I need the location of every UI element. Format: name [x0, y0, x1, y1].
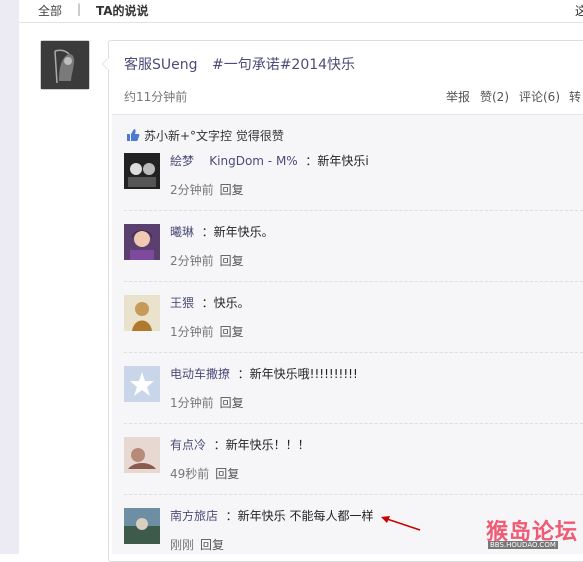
comment-separator	[124, 210, 583, 211]
comment-author[interactable]: 王猥	[170, 296, 194, 310]
comment-time: 49秒前	[170, 467, 210, 481]
post-timestamp: 约11分钟前	[124, 90, 188, 104]
likes-text[interactable]: 苏小新+°文字控 觉得很赞	[144, 129, 284, 143]
comment-time: 1分钟前	[170, 325, 214, 339]
reply-button[interactable]: 回复	[200, 538, 224, 552]
comment-avatar[interactable]	[124, 366, 160, 402]
comment-line: 絵梦 KingDom - M% ：新年快乐i	[170, 152, 369, 169]
comment-meta: 2分钟前 回复	[170, 252, 244, 269]
reply-button[interactable]: 回复	[215, 467, 239, 481]
comment-text: ：新年快乐 不能每人都一样	[225, 509, 374, 523]
user-photo-icon	[124, 153, 160, 189]
card-pointer-inner	[103, 58, 109, 70]
post-content: 客服SUeng #一句承诺#2014快乐	[124, 54, 355, 74]
tab-right-cutoff[interactable]: 这	[575, 2, 583, 19]
user-photo-icon	[124, 437, 160, 473]
user-photo-icon	[124, 508, 160, 544]
comment-separator	[124, 494, 583, 495]
comment-time: 1分钟前	[170, 396, 214, 410]
like-button[interactable]: 赞(2)	[480, 88, 509, 105]
comment-meta: 1分钟前 回复	[170, 394, 244, 411]
reaper-avatar-icon	[41, 41, 89, 89]
comment-meta: 1分钟前 回复	[170, 323, 244, 340]
post-author-name[interactable]: 客服SUeng	[124, 57, 198, 73]
comment-text: ：新年快乐！！！	[213, 438, 310, 452]
site-watermark-url: BBS.HOUDAO.COM	[488, 541, 558, 549]
comment-author[interactable]: 电动车撒撩	[170, 367, 230, 381]
comment-author[interactable]: 南方旅店	[170, 509, 218, 523]
likes-summary: 苏小新+°文字控 觉得很赞	[126, 127, 284, 145]
top-tab-bar: 全部 | TA的说说 这	[19, 0, 583, 23]
default-avatar-icon	[124, 366, 160, 402]
report-button[interactable]: 举报	[446, 88, 470, 105]
comment-separator	[124, 423, 583, 424]
comment-text: ：新年快乐i	[305, 154, 369, 168]
comment-text: ：新年快乐哦!!!!!!!!!!	[237, 367, 358, 381]
comment-author-2[interactable]: KingDom - M%	[209, 154, 297, 168]
comment-line: 有点冷 ：新年快乐！！！	[170, 436, 310, 453]
tab-ta-posts[interactable]: TA的说说	[96, 2, 149, 19]
user-photo-icon	[124, 295, 160, 331]
reply-button[interactable]: 回复	[220, 183, 244, 197]
comment-time: 2分钟前	[170, 254, 214, 268]
comment-author[interactable]: 有点冷	[170, 438, 206, 452]
post-author-avatar[interactable]	[40, 40, 90, 90]
tab-all[interactable]: 全部	[38, 2, 62, 19]
reply-button[interactable]: 回复	[220, 396, 244, 410]
comment-separator	[124, 352, 583, 353]
thumbs-up-icon	[126, 128, 140, 145]
comment-avatar[interactable]	[124, 437, 160, 473]
annotation-arrow-icon	[381, 516, 421, 531]
comment-line: 电动车撒撩 ：新年快乐哦!!!!!!!!!!	[170, 365, 358, 382]
post-topic-link[interactable]: #一句承诺#2014快乐	[212, 57, 355, 73]
comment-time: 2分钟前	[170, 183, 214, 197]
comment-separator	[124, 281, 583, 282]
comment-avatar[interactable]	[124, 224, 160, 260]
comment-meta: 2分钟前 回复	[170, 181, 244, 198]
comment-author[interactable]: 絵梦	[170, 154, 194, 168]
tab-separator: |	[77, 2, 82, 16]
reply-button[interactable]: 回复	[220, 325, 244, 339]
comment-time: 刚刚	[170, 538, 195, 552]
forward-button[interactable]: 转	[569, 88, 581, 105]
comment-text: ：新年快乐。	[201, 225, 274, 239]
reply-button[interactable]: 回复	[220, 254, 244, 268]
comment-meta: 刚刚 回复	[170, 536, 224, 553]
comment-avatar[interactable]	[124, 153, 160, 189]
comment-avatar[interactable]	[124, 295, 160, 331]
comment-meta: 49秒前 回复	[170, 465, 239, 482]
comment-line: 曦琳 ：新年快乐。	[170, 223, 274, 240]
comment-line: 王猥 ：快乐。	[170, 294, 250, 311]
comment-line: 南方旅店 ：新年快乐 不能每人都一样	[170, 507, 373, 524]
comment-avatar[interactable]	[124, 508, 160, 544]
comment-button[interactable]: 评论(6)	[519, 88, 560, 105]
comment-author[interactable]: 曦琳	[170, 225, 194, 239]
user-photo-icon	[124, 224, 160, 260]
comment-text: ：快乐。	[201, 296, 250, 310]
left-sidebar-strip	[0, 0, 19, 554]
